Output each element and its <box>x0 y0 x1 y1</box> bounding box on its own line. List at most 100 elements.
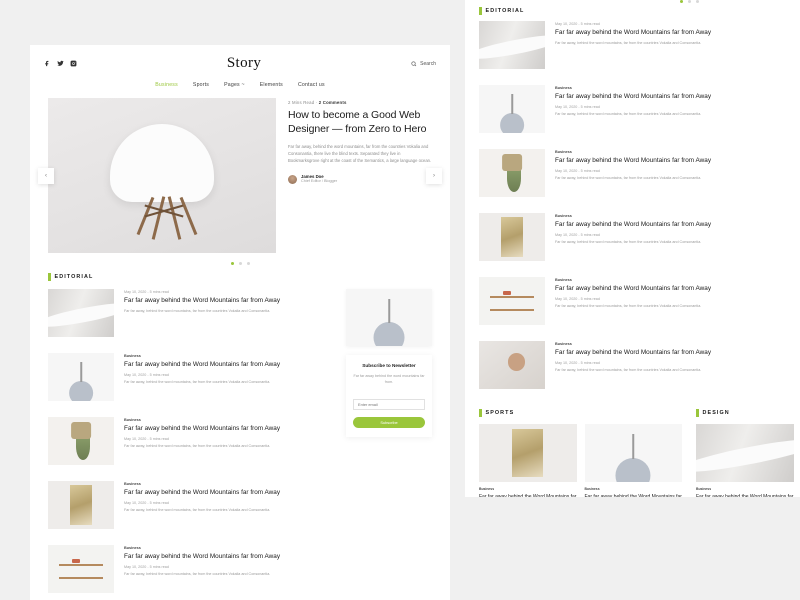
article-thumbnail[interactable] <box>48 545 114 593</box>
sports-section-heading: SPORTS <box>479 409 682 417</box>
list-item[interactable]: Business Far far away behind the Word Mo… <box>48 481 334 529</box>
article-thumbnail[interactable] <box>479 85 545 133</box>
article-thumbnail[interactable] <box>48 481 114 529</box>
search-label: Search <box>420 60 436 67</box>
hero-author[interactable]: James Doe Chief Editor / Blogger <box>288 174 432 185</box>
list-item[interactable]: May 10, 2020 - 5 mins read Far far away … <box>48 289 334 337</box>
hero-read-time: 2 Mins Read <box>288 100 315 105</box>
slider-dot-3[interactable] <box>246 262 250 265</box>
article-category[interactable]: Business <box>555 214 800 218</box>
section-accent-bar <box>696 409 699 417</box>
hero-comment-count: 2 Comments <box>318 100 347 105</box>
article-card[interactable]: Business Far far away behind the Word Mo… <box>696 424 794 497</box>
article-excerpt: Far far away, behind the word mountains,… <box>555 175 702 180</box>
list-item[interactable]: Business Far far away behind the Word Mo… <box>479 277 800 325</box>
card-title[interactable]: Far far away behind the Word Mountains f… <box>585 494 683 497</box>
article-category[interactable]: Business <box>124 546 334 550</box>
list-item[interactable]: May 10, 2020 - 5 mins read Far far away … <box>479 21 800 69</box>
slider-next-button[interactable]: › <box>426 168 442 184</box>
design-section: DESIGN Business Far far away behind the … <box>696 409 800 497</box>
facebook-icon[interactable] <box>44 60 51 67</box>
article-thumbnail[interactable] <box>479 277 545 325</box>
shelf-object <box>502 291 511 296</box>
article-category[interactable]: Business <box>555 342 800 346</box>
search-toggle[interactable]: Search <box>411 61 436 67</box>
article-thumbnail[interactable] <box>479 213 545 261</box>
hero-meta-separator: · <box>315 100 318 105</box>
card-image[interactable] <box>479 424 577 482</box>
article-title[interactable]: Far far away behind the Word Mountains f… <box>124 297 334 306</box>
card-image[interactable] <box>584 424 682 482</box>
article-title[interactable]: Far far away behind the Word Mountains f… <box>555 285 800 294</box>
article-title[interactable]: Far far away behind the Word Mountains f… <box>124 361 334 370</box>
screenshot-stage: Story Search Business Sports Pages ~ Ele… <box>0 0 800 600</box>
article-thumbnail[interactable] <box>479 341 545 389</box>
list-item[interactable]: Business Far far away behind the Word Mo… <box>48 545 334 593</box>
article-thumbnail[interactable] <box>479 149 545 197</box>
list-item[interactable]: Business Far far away behind the Word Mo… <box>48 353 334 401</box>
article-title[interactable]: Far far away behind the Word Mountains f… <box>124 553 334 562</box>
article-category[interactable]: Business <box>555 278 800 282</box>
article-date: May 10, 2020 - 5 mins read <box>555 168 600 173</box>
article-card[interactable]: Business Far far away behind the Word Mo… <box>584 424 683 497</box>
nav-item-elements[interactable]: Elements <box>260 82 283 88</box>
card-title[interactable]: Far far away behind the Word Mountains f… <box>479 494 577 497</box>
slider-dot-1[interactable] <box>679 0 683 3</box>
article-category[interactable]: Business <box>124 354 334 358</box>
list-item[interactable]: Business Far far away behind the Word Mo… <box>479 341 800 389</box>
article-title[interactable]: Far far away behind the Word Mountains f… <box>124 425 334 434</box>
article-title[interactable]: Far far away behind the Word Mountains f… <box>555 93 800 102</box>
article-title[interactable]: Far far away behind the Word Mountains f… <box>555 221 800 230</box>
article-date: May 10, 2020 - 5 mins read <box>124 500 169 505</box>
article-card[interactable]: Business Far far away behind the Word Mo… <box>479 424 577 497</box>
instagram-icon[interactable] <box>70 60 77 67</box>
main-navigation[interactable]: Business Sports Pages ~ Elements Contact… <box>30 76 450 98</box>
list-item[interactable]: Business Far far away behind the Word Mo… <box>479 149 800 197</box>
slider-dot-1[interactable] <box>230 262 234 265</box>
twitter-icon[interactable] <box>57 60 64 67</box>
section-title: DESIGN <box>702 410 730 416</box>
article-category[interactable]: Business <box>555 86 800 90</box>
hero-title[interactable]: How to become a Good Web Designer — from… <box>288 109 432 137</box>
nav-item-contact[interactable]: Contact us <box>298 82 325 88</box>
article-category[interactable]: Business <box>555 150 800 154</box>
nav-item-pages[interactable]: Pages ~ <box>224 82 245 88</box>
sidebar-featured-image[interactable] <box>346 289 432 346</box>
article-category[interactable]: Business <box>124 482 334 486</box>
nav-item-sports[interactable]: Sports <box>193 82 209 88</box>
article-title[interactable]: Far far away behind the Word Mountains f… <box>124 489 334 498</box>
article-title[interactable]: Far far away behind the Word Mountains f… <box>555 29 800 38</box>
slider-dot-3[interactable] <box>695 0 699 3</box>
list-item[interactable]: Business Far far away behind the Word Mo… <box>479 213 800 261</box>
list-item[interactable]: Business Far far away behind the Word Mo… <box>479 85 800 133</box>
article-excerpt: Far far away, behind the word mountains,… <box>555 40 702 45</box>
hero-content: 2 Mins Read · 2 Comments How to become a… <box>288 98 432 253</box>
card-image[interactable] <box>696 424 794 482</box>
article-title[interactable]: Far far away behind the Word Mountains f… <box>555 157 800 166</box>
site-logo[interactable]: Story <box>77 55 411 72</box>
nav-item-business[interactable]: Business <box>155 82 178 88</box>
article-date: May 10, 2020 - 5 mins read <box>124 436 169 441</box>
article-thumbnail[interactable] <box>48 289 114 337</box>
list-item[interactable]: Business Far far away behind the Word Mo… <box>48 417 334 465</box>
article-category[interactable]: Business <box>124 418 334 422</box>
article-thumbnail[interactable] <box>48 417 114 465</box>
card-category[interactable]: Business <box>479 487 577 491</box>
article-title[interactable]: Far far away behind the Word Mountains f… <box>555 349 800 358</box>
article-thumbnail[interactable] <box>48 353 114 401</box>
slider-dots-secondary[interactable] <box>465 0 800 7</box>
subscribe-button[interactable]: Subscribe <box>353 416 425 428</box>
header-social-links[interactable] <box>44 60 77 67</box>
card-category[interactable]: Business <box>696 487 794 491</box>
card-category[interactable]: Business <box>585 487 683 491</box>
page-preview-bottom: EDITORIAL May 10, 2020 - 5 mins read Far… <box>465 0 800 497</box>
article-date: May 10, 2020 - 5 mins read <box>124 290 169 294</box>
article-thumbnail[interactable] <box>479 21 545 69</box>
slider-prev-button[interactable]: ‹ <box>38 168 54 184</box>
email-field[interactable] <box>353 398 425 410</box>
slider-dots[interactable] <box>30 253 450 267</box>
category-sections: SPORTS Business Far far away behind the … <box>465 405 800 497</box>
slider-dot-2[interactable] <box>238 262 242 265</box>
card-title[interactable]: Far far away behind the Word Mountains f… <box>696 494 794 497</box>
slider-dot-2[interactable] <box>687 0 691 3</box>
